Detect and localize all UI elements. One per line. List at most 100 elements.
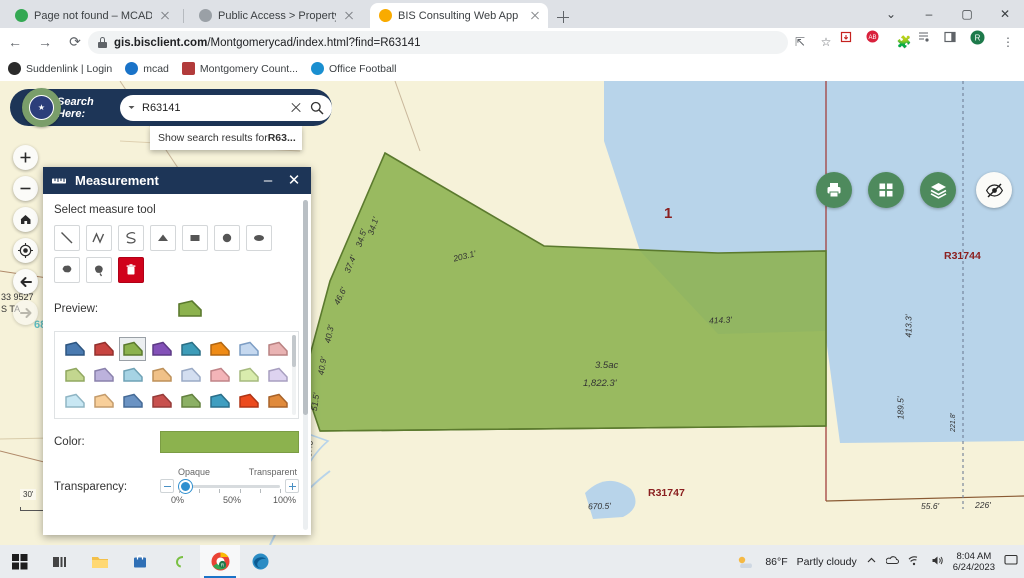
extensions-icon[interactable]: 🧩 [892, 30, 916, 54]
new-tab-button[interactable] [552, 6, 574, 28]
line-measure-tool[interactable] [54, 225, 80, 251]
tab-close-icon[interactable] [342, 9, 356, 23]
style-swatch[interactable] [236, 389, 263, 413]
polygon-measure-tool[interactable] [54, 257, 80, 283]
fill-color-swatch[interactable] [160, 431, 299, 453]
bookmark-item-suddenlink[interactable]: Suddenlink | Login [8, 62, 112, 75]
print-button[interactable] [816, 172, 852, 208]
chrome-menu-icon[interactable]: ⋮ [996, 30, 1020, 54]
swatch-scrollbar[interactable] [292, 335, 296, 415]
tab-search-button[interactable]: ⌄ [872, 0, 910, 28]
store-button[interactable] [120, 545, 160, 578]
style-swatch[interactable] [178, 363, 205, 387]
notification-icon[interactable] [1004, 554, 1018, 569]
browser-tab-0[interactable]: Page not found – MCAD – Office [6, 3, 178, 28]
transparency-increase-button[interactable] [285, 479, 299, 493]
bookmark-item-mcad[interactable]: mcad [125, 62, 169, 75]
browser-tab-2[interactable]: BIS Consulting Web App [370, 3, 548, 28]
basemap-button[interactable] [868, 172, 904, 208]
rectangle-measure-tool[interactable] [182, 225, 208, 251]
style-swatch[interactable] [207, 363, 234, 387]
freehand-line-tool[interactable] [118, 225, 144, 251]
clock[interactable]: 8:04 AM 6/24/2023 [953, 551, 995, 573]
style-swatch[interactable] [90, 389, 117, 413]
style-swatch[interactable] [265, 337, 292, 361]
magnifier-icon[interactable] [308, 99, 326, 117]
home-button[interactable] [13, 207, 38, 232]
style-swatch[interactable] [148, 363, 175, 387]
layers-button[interactable] [920, 172, 956, 208]
style-swatch[interactable] [236, 363, 263, 387]
style-swatch[interactable] [119, 337, 147, 361]
start-button[interactable] [0, 545, 40, 578]
search-input[interactable] [142, 101, 284, 114]
style-swatch[interactable] [265, 389, 292, 413]
onedrive-icon[interactable] [885, 555, 899, 569]
transparency-decrease-button[interactable] [160, 479, 174, 493]
sidepanel-icon[interactable] [944, 30, 968, 54]
edge-button[interactable] [240, 545, 280, 578]
style-swatch[interactable] [265, 363, 292, 387]
share-icon[interactable]: ⇱ [788, 30, 812, 54]
polyline-measure-tool[interactable] [86, 225, 112, 251]
profile-avatar-icon[interactable]: R [970, 30, 994, 54]
style-swatch[interactable] [119, 389, 146, 413]
ellipse-measure-tool[interactable] [246, 225, 272, 251]
chrome-button[interactable]: R [200, 545, 240, 578]
clear-x-icon[interactable] [289, 101, 303, 115]
chevron-down-icon[interactable] [126, 100, 137, 116]
style-swatch-grid[interactable] [54, 331, 299, 419]
adblock-icon[interactable]: AB [866, 30, 890, 54]
zoom-out-button[interactable] [13, 176, 38, 201]
minimize-button[interactable]: – [910, 0, 948, 28]
zoom-in-button[interactable] [13, 145, 38, 170]
volume-icon[interactable] [931, 555, 944, 569]
panel-scrollbar-thumb[interactable] [303, 200, 308, 415]
close-window-button[interactable]: ✕ [986, 0, 1024, 28]
bookmark-star-icon[interactable]: ☆ [814, 30, 838, 54]
browser-tab-1[interactable]: Public Access > Property Detail [190, 3, 362, 28]
reload-button[interactable]: ⟳ [60, 28, 90, 56]
style-swatch[interactable] [61, 337, 88, 361]
panel-close-button[interactable]: ✕ [285, 172, 303, 190]
circle-measure-tool[interactable] [214, 225, 240, 251]
swatch-scrollbar-thumb[interactable] [292, 335, 296, 367]
tab-close-icon[interactable] [528, 9, 542, 23]
style-swatch[interactable] [148, 389, 175, 413]
style-swatch[interactable] [207, 337, 234, 361]
style-swatch[interactable] [61, 389, 88, 413]
style-swatch[interactable] [236, 337, 263, 361]
panel-minimize-button[interactable]: – [259, 172, 277, 190]
pan-back-button[interactable] [13, 269, 38, 294]
forward-button[interactable]: → [30, 28, 60, 56]
maximize-button[interactable]: ▢ [948, 0, 986, 28]
file-explorer-button[interactable] [80, 545, 120, 578]
style-swatch[interactable] [119, 363, 146, 387]
transparency-slider-track[interactable] [179, 479, 280, 493]
bookmark-item-montgomery[interactable]: Montgomery Count... [181, 62, 298, 75]
search-field-wrapper[interactable] [120, 94, 332, 121]
address-bar[interactable]: gis.bisclient.com/Montgomerycad/index.ht… [88, 31, 788, 54]
locate-button[interactable] [13, 238, 38, 263]
style-swatch[interactable] [178, 337, 205, 361]
media-icon[interactable] [918, 30, 942, 54]
panel-scrollbar[interactable] [303, 200, 308, 530]
tab-close-icon[interactable] [158, 9, 172, 23]
app-button[interactable] [160, 545, 200, 578]
install-icon[interactable] [840, 30, 864, 54]
search-suggestion[interactable]: Show search results for R63... [150, 126, 302, 150]
bookmark-item-office-football[interactable]: Office Football [310, 62, 396, 75]
style-swatch[interactable] [148, 337, 175, 361]
wifi-icon[interactable] [908, 555, 922, 569]
style-swatch[interactable] [207, 389, 234, 413]
back-button[interactable]: ← [0, 28, 30, 56]
agency-seal-logo[interactable]: ★ [22, 88, 61, 127]
freehand-polygon-tool[interactable] [86, 257, 112, 283]
style-swatch[interactable] [90, 363, 117, 387]
hide-overlays-button[interactable] [976, 172, 1012, 208]
style-swatch[interactable] [178, 389, 205, 413]
clear-measurements-button[interactable] [118, 257, 144, 283]
style-swatch[interactable] [61, 363, 88, 387]
style-swatch[interactable] [90, 337, 117, 361]
triangle-measure-tool[interactable] [150, 225, 176, 251]
